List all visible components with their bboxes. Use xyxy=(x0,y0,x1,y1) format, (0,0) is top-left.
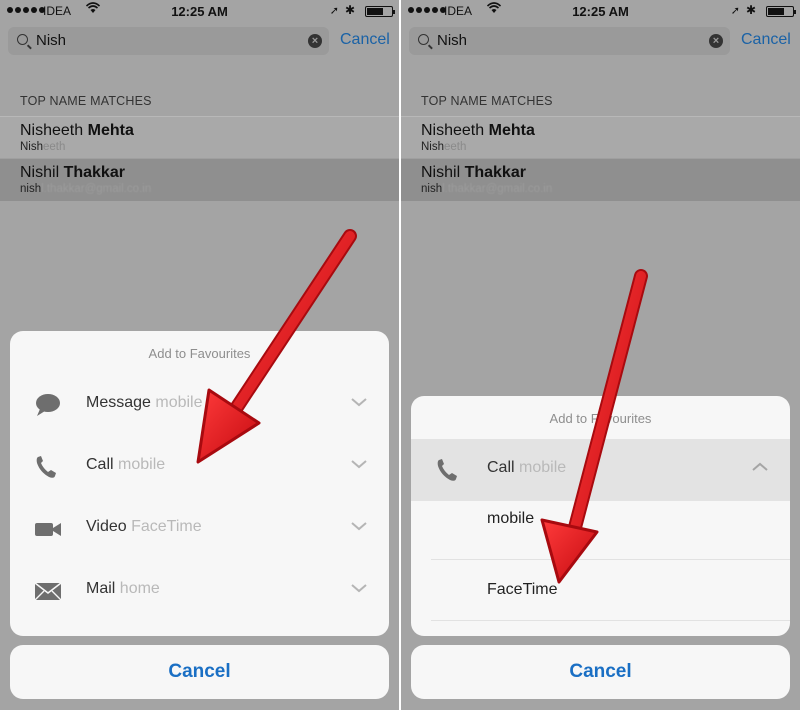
option-detail: mobile xyxy=(118,456,166,473)
option-label: Video xyxy=(86,518,127,535)
right-screenshot: IDEA 12:25 AM ➚ ✱ Nish × Cancel TOP NAME… xyxy=(401,0,800,710)
option-label: Call xyxy=(86,456,114,473)
envelope-icon xyxy=(32,578,64,604)
search-query: Nish xyxy=(437,32,468,49)
chevron-down-icon xyxy=(351,580,367,596)
contact-sub-rest: eeth xyxy=(43,141,66,153)
option-detail: mobile xyxy=(155,394,203,411)
phone-icon xyxy=(433,457,465,483)
search-icon xyxy=(17,34,28,45)
option-label: Mail xyxy=(86,580,116,597)
location-arrow-icon: ➚ xyxy=(730,5,740,17)
clear-search-icon[interactable]: × xyxy=(709,34,723,48)
add-to-favourites-sheet: Add to Favourites Call mobile mobile Fac… xyxy=(411,396,790,636)
sheet-title: Add to Favourites xyxy=(148,346,251,361)
search-icon xyxy=(418,34,429,45)
search-field[interactable]: Nish × xyxy=(409,27,730,55)
contact-sub-rest: eeth xyxy=(444,141,467,153)
bluetooth-icon: ✱ xyxy=(745,3,756,17)
clear-search-icon[interactable]: × xyxy=(308,34,322,48)
separator xyxy=(431,620,790,621)
chevron-down-icon xyxy=(351,456,367,472)
contact-row[interactable]: Nishil Thakkar nishl.thakkar@gmail.co.in xyxy=(401,158,800,201)
contact-sub-match: Nish xyxy=(20,141,44,153)
option-label: Message xyxy=(86,394,151,411)
location-arrow-icon: ➚ xyxy=(329,5,339,17)
option-detail: FaceTime xyxy=(131,518,202,535)
sub-option-label: FaceTime xyxy=(487,581,558,598)
search-query: Nish xyxy=(36,32,67,49)
option-video[interactable]: Video FaceTime xyxy=(10,498,389,560)
section-header: TOP NAME MATCHES xyxy=(421,94,553,108)
contact-sub-rest: l.thakkar@gmail.co.in xyxy=(442,183,553,195)
sub-option-label: mobile xyxy=(487,510,535,527)
option-detail: home xyxy=(119,580,160,597)
battery-icon xyxy=(766,6,796,17)
chevron-up-icon xyxy=(752,459,768,475)
contact-row[interactable]: Nisheeth Mehta Nisheeth xyxy=(0,116,399,159)
sub-option-mobile[interactable]: mobile xyxy=(411,501,790,561)
search-field[interactable]: Nish × xyxy=(8,27,329,55)
contact-row[interactable]: Nisheeth Mehta Nisheeth xyxy=(401,116,800,159)
sub-option-facetime[interactable]: FaceTime xyxy=(411,560,790,620)
clock: 12:25 AM xyxy=(171,4,228,19)
option-detail: mobile xyxy=(519,459,567,476)
contact-last-name: Mehta xyxy=(87,122,134,139)
battery-icon xyxy=(365,6,395,17)
status-bar: IDEA 12:25 AM ➚ ✱ xyxy=(0,0,399,22)
video-camera-icon xyxy=(32,516,64,542)
contact-last-name: Thakkar xyxy=(63,164,125,181)
contact-first-name: Nisheeth xyxy=(20,122,84,139)
add-to-favourites-sheet: Add to Favourites Message mobile Call mo… xyxy=(10,331,389,636)
left-screenshot: IDEA 12:25 AM ➚ ✱ Nish × Cancel TOP NAME… xyxy=(0,0,399,710)
message-bubble-icon xyxy=(32,392,64,418)
contact-first-name: Nishil xyxy=(421,164,461,181)
contact-last-name: Thakkar xyxy=(464,164,526,181)
section-header: TOP NAME MATCHES xyxy=(20,94,152,108)
contact-first-name: Nishil xyxy=(20,164,60,181)
cancel-label: Cancel xyxy=(168,661,231,682)
cancel-label: Cancel xyxy=(569,661,632,682)
option-message[interactable]: Message mobile xyxy=(10,374,389,436)
option-label: Call xyxy=(487,459,515,476)
phone-icon xyxy=(32,454,64,480)
cancel-button[interactable]: Cancel xyxy=(411,645,790,699)
search-cancel-button[interactable]: Cancel xyxy=(340,31,390,49)
search-cancel-button[interactable]: Cancel xyxy=(741,31,791,49)
bluetooth-icon: ✱ xyxy=(344,3,355,17)
chevron-down-icon xyxy=(351,394,367,410)
contact-sub-match: nish xyxy=(421,183,443,195)
contact-sub-match: nish xyxy=(20,183,42,195)
clock: 12:25 AM xyxy=(572,4,629,19)
contact-sub-match: Nish xyxy=(421,141,445,153)
contact-first-name: Nisheeth xyxy=(421,122,485,139)
contact-sub-rest: l.thakkar@gmail.co.in xyxy=(41,183,152,195)
contact-row[interactable]: Nishil Thakkar nishl.thakkar@gmail.co.in xyxy=(0,158,399,201)
status-bar: IDEA 12:25 AM ➚ ✱ xyxy=(401,0,800,22)
sheet-title: Add to Favourites xyxy=(549,411,652,426)
option-mail[interactable]: Mail home xyxy=(10,560,389,622)
contact-last-name: Mehta xyxy=(488,122,535,139)
option-call[interactable]: Call mobile xyxy=(10,436,389,498)
cancel-button[interactable]: Cancel xyxy=(10,645,389,699)
option-call-expanded[interactable]: Call mobile xyxy=(411,439,790,501)
chevron-down-icon xyxy=(351,518,367,534)
